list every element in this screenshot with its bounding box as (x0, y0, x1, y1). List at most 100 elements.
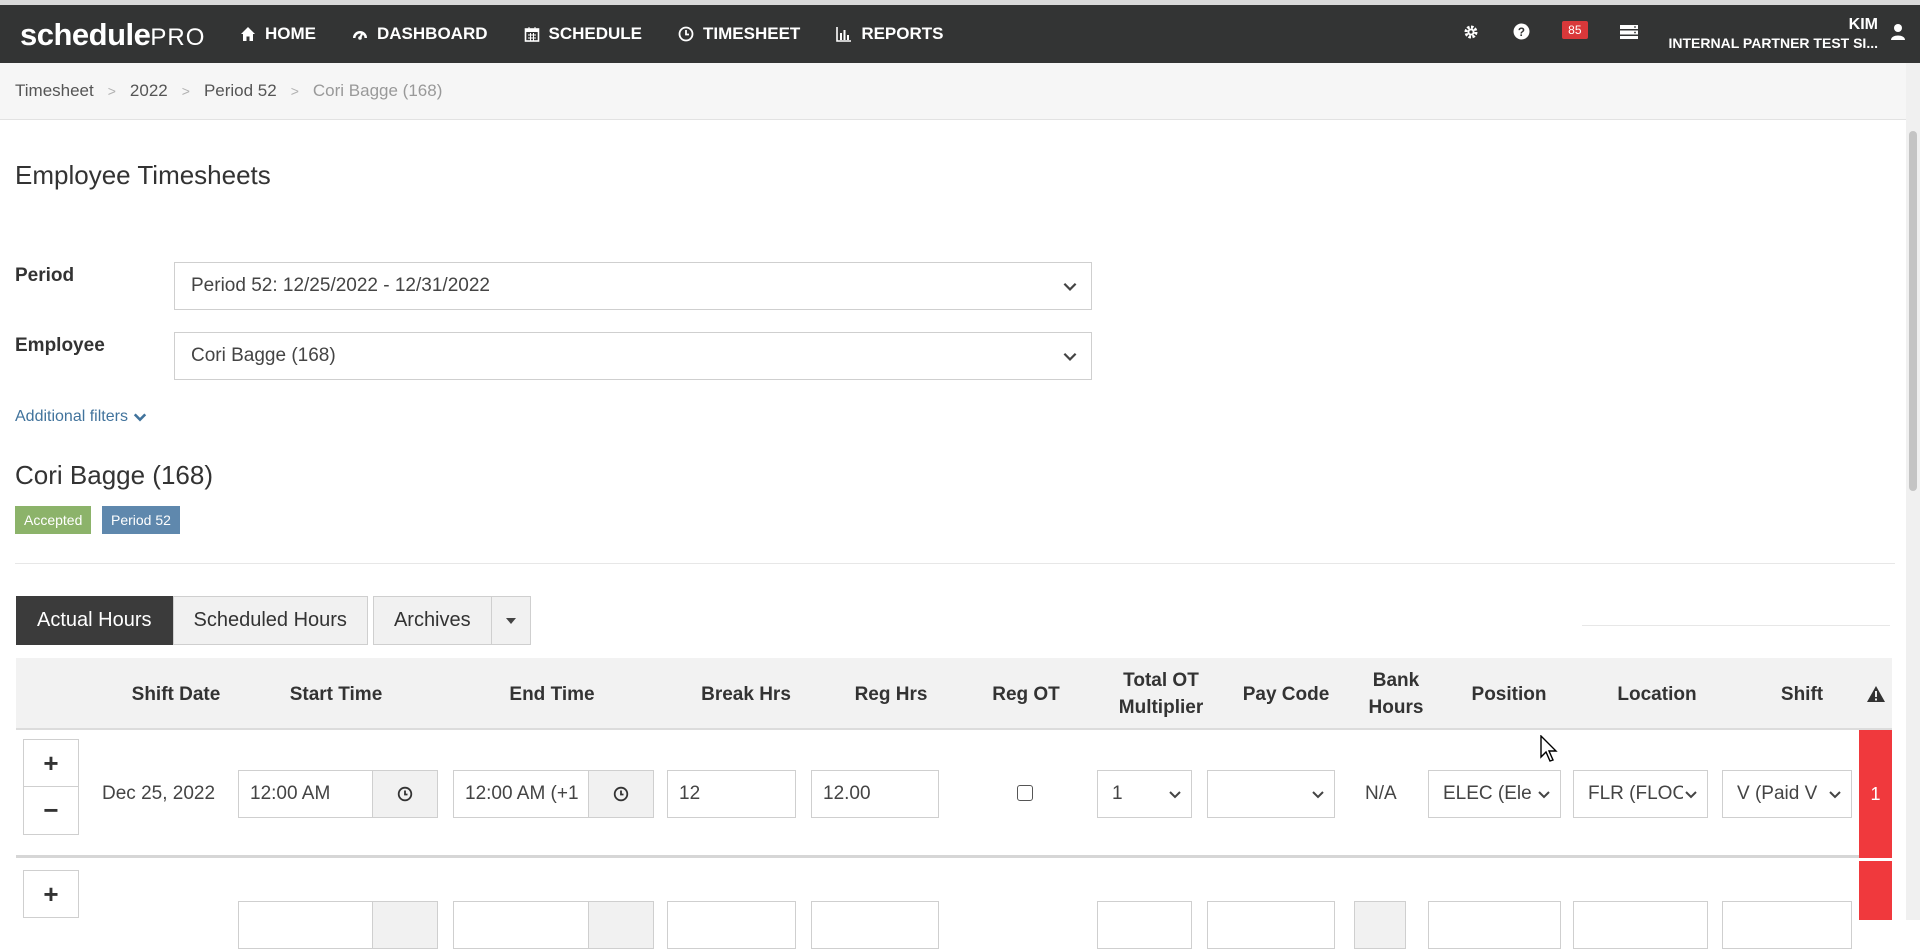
pay-code-select[interactable] (1207, 770, 1335, 818)
app-logo[interactable]: schedulePRO (20, 17, 205, 53)
end-time-picker-button[interactable] (588, 770, 654, 818)
breadcrumb-period[interactable]: Period 52 (204, 81, 277, 101)
bank-hours-cell (1354, 901, 1406, 949)
server-icon[interactable] (1619, 24, 1638, 45)
position-value: ELEC (Ele (1443, 783, 1532, 804)
page-scrollbar[interactable] (1906, 63, 1920, 920)
chevron-down-icon (1063, 282, 1077, 291)
hours-tabs: Actual Hours Scheduled Hours Archives (16, 596, 536, 645)
svg-text:?: ? (1518, 26, 1525, 39)
end-time-input[interactable]: 12:00 AM (+1 (453, 770, 590, 818)
position-select[interactable]: ELEC (Ele (1428, 770, 1561, 818)
chevron-down-icon (1827, 786, 1843, 802)
divider (15, 563, 1895, 564)
pay-code-select[interactable] (1207, 901, 1335, 949)
remove-row-button[interactable]: − (23, 787, 79, 835)
break-hrs-input[interactable]: 12 (667, 770, 796, 818)
col-warnings[interactable] (1859, 658, 1892, 730)
start-time-picker-button[interactable] (372, 770, 438, 818)
table-row: + (16, 861, 1892, 949)
nav-timesheet[interactable]: TIMESHEET (678, 24, 800, 44)
col-location[interactable]: Location (1582, 658, 1732, 730)
table-row: + − Dec 25, 2022 12:00 AM 12:00 AM (+1 1… (16, 730, 1892, 858)
col-total-ot-line1: Total OT (1123, 670, 1199, 691)
bank-hours-value: N/A (1365, 783, 1397, 804)
clock-icon (613, 786, 629, 802)
location-select[interactable]: FLR (FLOO (1573, 770, 1708, 818)
clock-icon (678, 26, 694, 42)
period-select-value: Period 52: 12/25/2022 - 12/31/2022 (191, 275, 490, 296)
end-time-input[interactable] (453, 901, 590, 949)
breadcrumb-separator-icon: > (107, 83, 116, 99)
nav-reports[interactable]: REPORTS (836, 24, 944, 44)
notifications-badge[interactable]: 85 (1562, 21, 1588, 39)
breadcrumb-year[interactable]: 2022 (130, 81, 168, 101)
user-icon[interactable] (1890, 23, 1906, 45)
add-row-button[interactable]: + (23, 870, 79, 918)
employee-select[interactable]: Cori Bagge (168) (174, 332, 1092, 380)
navbar-right: ? 85 KIM INTERNAL PARTNER TEST SI... (1446, 5, 1920, 63)
scrollbar-thumb[interactable] (1909, 131, 1917, 491)
col-bank-line2: Hours (1368, 697, 1424, 718)
tab-archives[interactable]: Archives (372, 596, 492, 645)
status-badge: Accepted (15, 506, 92, 534)
col-break-hrs[interactable]: Break Hrs (666, 658, 826, 730)
chevron-down-icon (1063, 352, 1077, 361)
archives-dropdown-button[interactable] (491, 596, 531, 645)
shift-value: V (Paid V (1737, 783, 1818, 804)
timesheet-table-header: Shift Date Start Time End Time Break Hrs… (16, 658, 1892, 730)
top-navbar: schedulePRO HOME DASHBOARD SCHEDULE TIME… (0, 0, 1920, 63)
additional-filters-link[interactable]: Additional filters (15, 408, 147, 426)
breadcrumb-employee: Cori Bagge (168) (312, 81, 443, 100)
breadcrumb-timesheet[interactable]: Timesheet (15, 81, 94, 101)
col-end-time[interactable]: End Time (452, 658, 652, 730)
col-shift[interactable]: Shift (1727, 658, 1877, 730)
tab-scheduled-hours[interactable]: Scheduled Hours (172, 596, 368, 645)
start-time-input[interactable]: 12:00 AM (238, 770, 375, 818)
location-value: FLR (FLOO (1588, 783, 1688, 804)
tab-actual-hours[interactable]: Actual Hours (16, 596, 173, 645)
nav-dashboard-label: DASHBOARD (377, 24, 488, 43)
nav-home[interactable]: HOME (240, 24, 316, 44)
period-badge: Period 52 (102, 506, 180, 534)
col-reg-hrs[interactable]: Reg Hrs (811, 658, 971, 730)
start-time-input[interactable] (238, 901, 375, 949)
warning-count[interactable]: 1 (1859, 730, 1892, 858)
position-select[interactable] (1428, 901, 1561, 949)
help-icon[interactable]: ? (1513, 23, 1530, 45)
reg-hrs-input[interactable]: 12.00 (811, 770, 939, 818)
logo-text: schedule (20, 17, 151, 52)
reg-ot-checkbox[interactable] (1017, 785, 1033, 801)
multiplier-select[interactable]: 1 (1097, 770, 1192, 818)
bar-chart-icon (836, 27, 852, 42)
nav-schedule[interactable]: SCHEDULE (524, 24, 642, 44)
settings-gear-icon[interactable] (1463, 24, 1479, 45)
start-time-picker-button[interactable] (372, 901, 438, 949)
end-time-picker-button[interactable] (588, 901, 654, 949)
dashboard-icon (353, 31, 367, 40)
add-row-button[interactable]: + (23, 739, 79, 787)
logo-suffix: PRO (150, 24, 206, 51)
shift-select[interactable]: V (Paid V (1722, 770, 1852, 818)
reg-hrs-input[interactable] (811, 901, 939, 949)
chevron-down-icon (1167, 786, 1183, 802)
warning-icon (1866, 686, 1885, 702)
period-select[interactable]: Period 52: 12/25/2022 - 12/31/2022 (174, 262, 1092, 310)
col-start-time[interactable]: Start Time (236, 658, 436, 730)
col-reg-ot[interactable]: Reg OT (966, 658, 1086, 730)
main-nav: HOME DASHBOARD SCHEDULE TIMESHEET REPORT… (240, 5, 980, 63)
col-position[interactable]: Position (1434, 658, 1584, 730)
nav-dashboard[interactable]: DASHBOARD (352, 24, 488, 44)
location-select[interactable] (1573, 901, 1708, 949)
col-total-ot-line2: Multiplier (1118, 697, 1204, 718)
multiplier-select[interactable] (1097, 901, 1192, 949)
employee-select-value: Cori Bagge (168) (191, 345, 336, 366)
home-icon (241, 27, 255, 41)
user-menu[interactable]: KIM INTERNAL PARTNER TEST SI... (1669, 16, 1879, 52)
chevron-down-icon (1310, 786, 1326, 802)
shift-select[interactable] (1722, 901, 1852, 949)
break-hrs-input[interactable] (667, 901, 796, 949)
user-name: KIM (1848, 16, 1878, 33)
col-total-ot-multiplier[interactable]: Total OT Multiplier (1091, 658, 1231, 730)
warning-count[interactable] (1859, 861, 1892, 920)
